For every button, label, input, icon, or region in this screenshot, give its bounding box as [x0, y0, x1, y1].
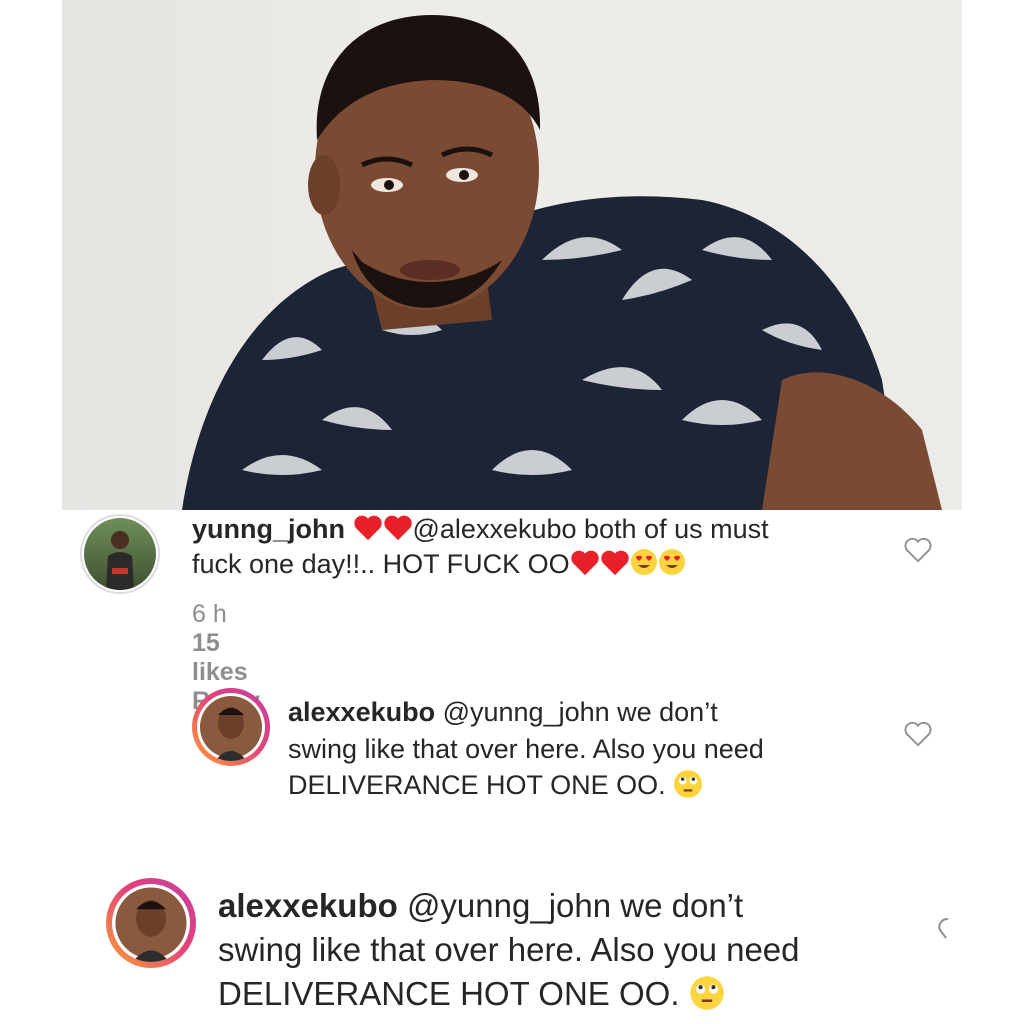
- post-photo: [62, 0, 962, 510]
- comment-time: 6 h: [192, 600, 227, 628]
- eye-roll-emoji-icon: [674, 770, 703, 799]
- like-heart-outline-icon[interactable]: [903, 536, 933, 563]
- comment-body-line3: DELIVERANCE HOT ONE OO.: [288, 770, 666, 801]
- man-in-floral-shirt-image: [182, 15, 942, 510]
- comment-text: alexxekubo @yunng_john we don’t swing li…: [288, 694, 908, 804]
- comment-username[interactable]: alexxekubo: [218, 887, 398, 924]
- avatar[interactable]: [80, 514, 160, 594]
- comment-username[interactable]: alexxekubo: [288, 697, 435, 727]
- comment-body-line3: DELIVERANCE HOT ONE OO.: [218, 974, 680, 1012]
- eye-roll-emoji-icon: [689, 976, 724, 1010]
- comment-body-line1: @alexxekubo both of us must: [412, 514, 769, 544]
- avatar-story-ring[interactable]: [192, 688, 270, 766]
- comment-body-line2: swing like that over here. Also you need: [218, 930, 800, 968]
- heart-eyes-emoji-icon: [630, 549, 657, 576]
- comment-body-line2: swing like that over here. Also you need: [288, 733, 764, 764]
- comment-text: yunng_john @alexxekubo both of us must f…: [192, 512, 882, 581]
- user-photo-icon: [106, 531, 134, 590]
- red-heart-icon: [600, 550, 629, 575]
- comment-body-line1: @yunng_john we don’t: [442, 697, 718, 727]
- heart-eyes-emoji-icon: [658, 549, 685, 576]
- comment-username[interactable]: yunng_john: [192, 514, 345, 544]
- avatar-story-ring[interactable]: [106, 878, 196, 968]
- user-photo-icon: [200, 696, 262, 761]
- comment-body-line2: fuck one day!!.. HOT FUCK OO: [192, 548, 570, 579]
- like-heart-outline-icon[interactable]: [936, 916, 950, 942]
- red-heart-icon: [570, 550, 599, 575]
- comment-likes[interactable]: 15 likes: [192, 629, 248, 686]
- user-photo-icon: [115, 887, 187, 962]
- red-heart-icon: [383, 516, 412, 541]
- red-heart-icon: [353, 516, 382, 541]
- comment-text: alexxekubo @yunng_john we don’t swing li…: [218, 884, 918, 1016]
- comment-body-line1: @yunng_john we don’t: [406, 887, 744, 924]
- like-heart-outline-icon[interactable]: [903, 720, 933, 747]
